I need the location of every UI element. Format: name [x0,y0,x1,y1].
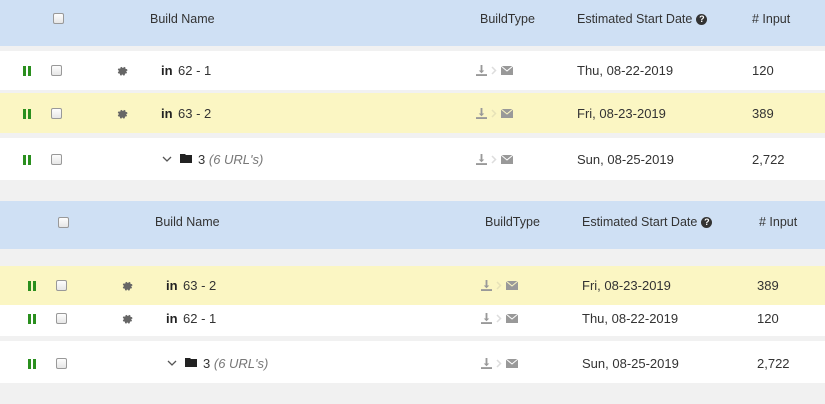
pause-icon[interactable] [22,155,32,165]
start-date: Sun, 08-25-2019 [582,356,679,371]
row-checkbox[interactable] [56,280,67,291]
linkedin-icon: in [166,311,178,326]
pause-icon[interactable] [27,314,37,324]
gear-icon[interactable] [121,313,133,325]
linkedin-icon: in [166,278,178,293]
input-count: 389 [757,278,779,293]
column-build-name[interactable]: Build Name [150,12,215,26]
mail-icon [506,281,518,290]
select-all-checkbox[interactable] [53,13,64,24]
download-icon [476,65,487,76]
build-type [481,358,518,369]
linkedin-icon: in [161,63,173,78]
build-group[interactable]: 3 (6 URL's) [198,152,263,167]
column-build-type[interactable]: BuildType [480,12,535,26]
table-row[interactable]: 3 (6 URL's) Sun, 08-25-2019 2,722 [0,138,825,180]
gear-icon[interactable] [116,65,128,77]
help-icon[interactable]: ? [701,217,713,228]
pause-icon[interactable] [27,281,37,291]
chevron-down-icon[interactable] [167,360,177,367]
download-icon [481,280,492,291]
input-count: 389 [752,106,774,121]
row-checkbox[interactable] [56,358,67,369]
column-build-name[interactable]: Build Name [155,215,220,229]
row-checkbox[interactable] [51,65,62,76]
pause-icon[interactable] [22,109,32,119]
chevron-right-icon [496,314,502,323]
column-input[interactable]: # Input [759,215,797,229]
input-count: 120 [757,311,779,326]
build-type [476,65,513,76]
chevron-down-icon[interactable] [162,156,172,163]
folder-icon [180,154,192,163]
column-start-date[interactable]: Estimated Start Date? [582,215,713,229]
table-row[interactable]: in 63 - 2 Fri, 08-23-2019 389 [0,266,825,305]
linkedin-icon: in [161,106,173,121]
start-date: Thu, 08-22-2019 [582,311,679,326]
table-header: Build Name BuildType Estimated Start Dat… [0,0,825,46]
download-icon [481,313,492,324]
table-row[interactable]: in 63 - 2 Fri, 08-23-2019 389 [0,93,825,133]
gear-icon[interactable] [116,108,128,120]
build-name[interactable]: 63 - 2 [183,278,216,293]
chevron-right-icon [491,66,497,75]
start-date: Fri, 08-23-2019 [577,106,666,121]
table-header: Build Name BuildType Estimated Start Dat… [0,201,825,249]
chevron-right-icon [496,281,502,290]
input-count: 2,722 [757,356,790,371]
column-start-date[interactable]: Estimated Start Date? [577,12,708,26]
mail-icon [501,109,513,118]
row-checkbox[interactable] [51,108,62,119]
input-count: 2,722 [752,152,785,167]
start-date: Sun, 08-25-2019 [577,152,674,167]
table-row[interactable]: in 62 - 1 Thu, 08-22-2019 120 [0,51,825,90]
row-checkbox[interactable] [51,154,62,165]
column-build-type[interactable]: BuildType [485,215,540,229]
build-name[interactable]: 62 - 1 [183,311,216,326]
chevron-right-icon [491,109,497,118]
start-date: Fri, 08-23-2019 [582,278,671,293]
build-type [476,154,513,165]
start-date: Thu, 08-22-2019 [577,63,674,78]
pause-icon[interactable] [22,66,32,76]
chevron-right-icon [491,155,497,164]
mail-icon [501,155,513,164]
download-icon [476,108,487,119]
chevron-right-icon [496,359,502,368]
build-group[interactable]: 3 (6 URL's) [203,356,268,371]
mail-icon [506,359,518,368]
column-input[interactable]: # Input [752,12,790,26]
build-name[interactable]: 63 - 2 [178,106,211,121]
input-count: 120 [752,63,774,78]
row-checkbox[interactable] [56,313,67,324]
build-type [481,313,518,324]
download-icon [481,358,492,369]
download-icon [476,154,487,165]
mail-icon [506,314,518,323]
select-all-checkbox[interactable] [58,217,69,228]
gear-icon[interactable] [121,280,133,292]
folder-icon [185,358,197,367]
build-type [476,108,513,119]
table-row[interactable]: in 62 - 1 Thu, 08-22-2019 120 [0,305,825,336]
table-row[interactable]: 3 (6 URL's) Sun, 08-25-2019 2,722 [0,341,825,383]
pause-icon[interactable] [27,359,37,369]
help-icon[interactable]: ? [696,14,708,25]
build-name[interactable]: 62 - 1 [178,63,211,78]
mail-icon [501,66,513,75]
build-type [481,280,518,291]
